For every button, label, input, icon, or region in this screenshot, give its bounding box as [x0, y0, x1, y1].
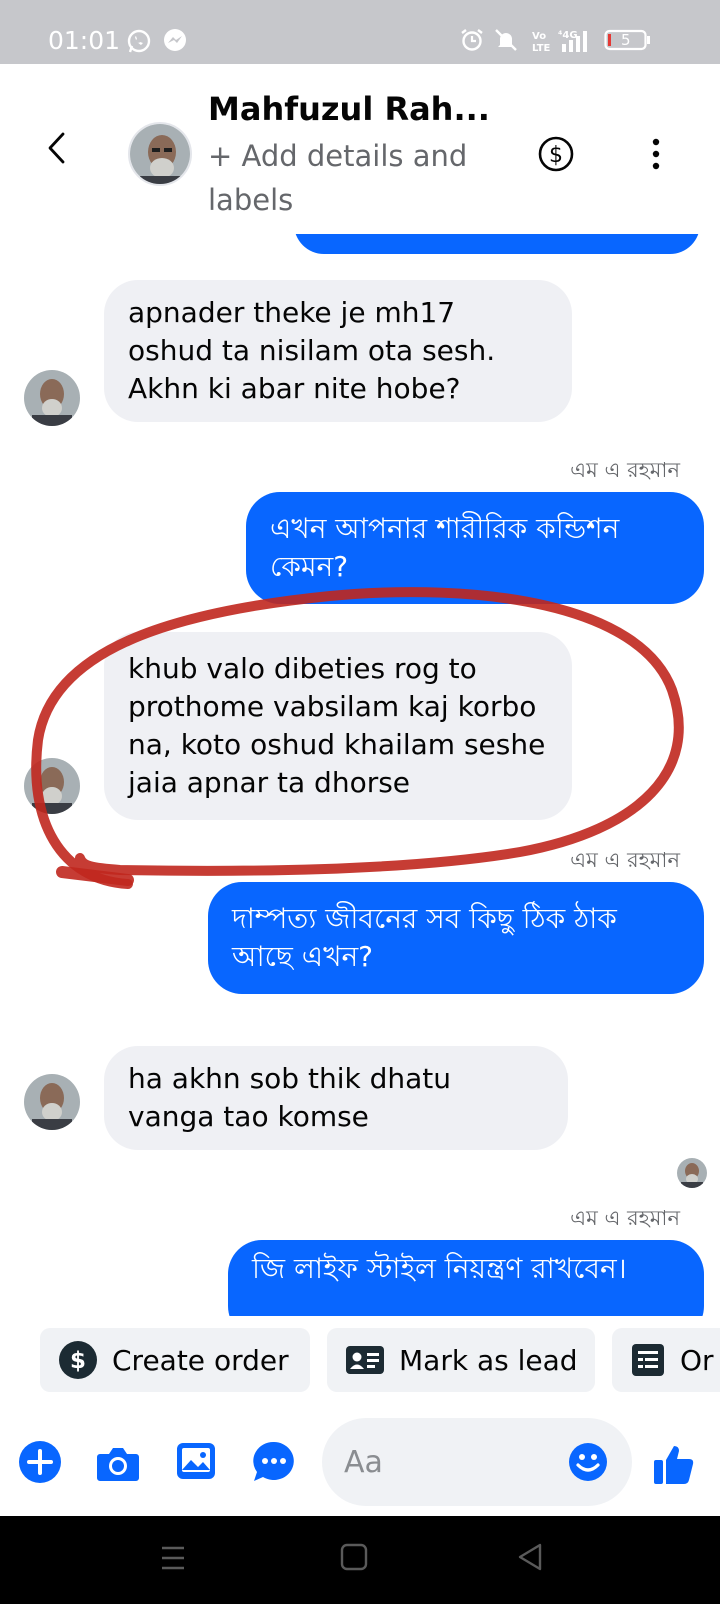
- quick-actions-bar: $ Create order Mark as lead Or: [0, 1316, 720, 1406]
- dollar-circle-icon: $: [59, 1341, 97, 1379]
- dollar-circle-icon[interactable]: $: [536, 134, 576, 174]
- status-time: 01:01: [48, 26, 121, 55]
- messenger-icon: [164, 29, 186, 51]
- svg-text:LTE: LTE: [532, 43, 551, 54]
- message-bubble-incoming[interactable]: khub valo dibeties rog to prothome vabsi…: [104, 632, 572, 820]
- emoji-icon[interactable]: [568, 1442, 608, 1482]
- conversation-header: Mahfuzul Rah... + Add details and labels…: [0, 64, 720, 234]
- battery-level: 5: [621, 31, 631, 49]
- mark-as-lead-label: Mark as lead: [399, 1343, 578, 1377]
- svg-text:⁴4G: ⁴4G: [558, 30, 578, 41]
- order-label: Or: [680, 1343, 714, 1377]
- message-bubble-incoming[interactable]: apnader theke je mh17 oshud ta nisilam o…: [104, 280, 572, 422]
- sender-avatar[interactable]: [24, 370, 80, 426]
- plus-icon[interactable]: [18, 1440, 62, 1484]
- camera-icon[interactable]: [96, 1444, 140, 1482]
- message-list[interactable]: apnader theke je mh17 oshud ta nisilam o…: [0, 234, 720, 1316]
- sender-label: এম এ রহমান: [570, 1206, 680, 1230]
- volte-icon: Vo LTE: [532, 31, 551, 54]
- create-order-button[interactable]: $ Create order: [40, 1328, 310, 1392]
- message-bubble-outgoing[interactable]: দাম্পত্য জীবনের সব কিছু ঠিক ঠাক আছে এখন?: [208, 882, 704, 994]
- sender-avatar[interactable]: [24, 1074, 80, 1130]
- message-composer: [0, 1406, 720, 1516]
- sender-label: এম এ রহমান: [570, 458, 680, 482]
- mark-as-lead-button[interactable]: Mark as lead: [327, 1328, 595, 1392]
- status-bar: 01:01 Vo LTE ⁴4G 5: [0, 0, 720, 64]
- system-nav-bar: [0, 1516, 720, 1604]
- back-nav-icon[interactable]: [516, 1542, 544, 1572]
- signal-4g-icon: ⁴4G: [558, 30, 587, 52]
- mute-icon: [495, 29, 517, 51]
- message-bubble-outgoing[interactable]: জি লাইফ স্টাইল নিয়ন্ত্রণ রাখবেন।: [228, 1240, 704, 1316]
- more-vertical-icon[interactable]: [644, 134, 668, 174]
- contact-card-icon: [346, 1346, 384, 1374]
- avatar[interactable]: [128, 122, 192, 186]
- recent-apps-icon[interactable]: [160, 1542, 186, 1574]
- message-bubble-outgoing-partial[interactable]: [294, 234, 700, 254]
- order-button[interactable]: Or: [612, 1328, 720, 1392]
- back-arrow-icon[interactable]: [38, 128, 78, 168]
- svg-text:$: $: [70, 1348, 86, 1374]
- chat-bubble-icon[interactable]: [252, 1440, 296, 1484]
- create-order-label: Create order: [112, 1343, 289, 1377]
- seen-indicator-avatar: [677, 1158, 707, 1188]
- thumbs-up-icon[interactable]: [652, 1442, 696, 1486]
- home-icon[interactable]: [340, 1542, 368, 1572]
- contact-name[interactable]: Mahfuzul Rah...: [208, 90, 490, 128]
- alarm-icon: [461, 29, 483, 51]
- message-bubble-incoming[interactable]: ha akhn sob thik dhatu vanga tao komse: [104, 1046, 568, 1150]
- svg-text:$: $: [549, 143, 563, 168]
- whatsapp-icon: [127, 29, 151, 53]
- sender-avatar[interactable]: [24, 758, 80, 814]
- message-bubble-outgoing[interactable]: এখন আপনার শারীরিক কন্ডিশন কেমন?: [246, 492, 704, 604]
- gallery-icon[interactable]: [176, 1442, 216, 1480]
- order-list-icon: [632, 1344, 664, 1376]
- sender-label: এম এ রহমান: [570, 848, 680, 872]
- svg-text:Vo: Vo: [532, 31, 546, 42]
- add-details-link[interactable]: + Add details and labels: [208, 134, 508, 222]
